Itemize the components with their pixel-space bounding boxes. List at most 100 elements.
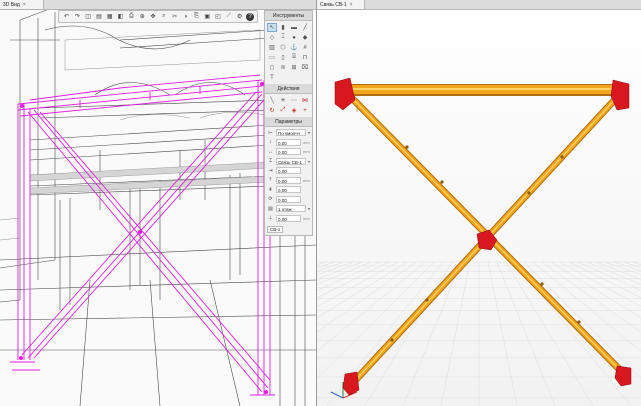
chevron-down-icon[interactable]: ▾ xyxy=(308,130,310,135)
rotate-icon[interactable]: ↻ xyxy=(267,106,277,115)
pan-icon[interactable]: ✥ xyxy=(149,12,158,21)
tab-brace-preview-label: Связь СВ-1 xyxy=(320,1,347,8)
remove-node-icon[interactable]: ◈ xyxy=(289,106,299,115)
param-value-field[interactable]: 1 этаж xyxy=(276,205,306,213)
line-icon[interactable]: ╲ xyxy=(267,96,277,105)
param-row: ⟳ 0,00 xyxy=(265,195,312,205)
plate-icon[interactable]: ◇ xyxy=(267,33,277,42)
measure-icon[interactable]: ⟋ xyxy=(224,12,233,21)
stair-icon[interactable]: ⌸ xyxy=(289,53,299,62)
profile-chip[interactable]: СВ-1 xyxy=(267,226,284,233)
param-row: ⌶ Связь СВ-1 ▾ xyxy=(265,157,312,167)
param-value-field[interactable]: Связь СВ-1 xyxy=(276,157,306,165)
print-icon[interactable]: ⎙ xyxy=(127,12,136,21)
elevation-icon: ⊥ xyxy=(268,215,273,222)
tab-brace-preview[interactable]: Связь СВ-1 × xyxy=(317,0,365,9)
add-node-icon[interactable]: ⤢ xyxy=(278,106,288,115)
trim-icon[interactable]: ⋈ xyxy=(300,96,310,105)
left-tab-bar: 3D Вид × xyxy=(0,0,316,10)
param-row: ⇥ 0,00 xyxy=(265,166,312,176)
opening-icon[interactable]: ◻ xyxy=(267,63,277,72)
cut-icon[interactable]: ✂ xyxy=(170,12,179,21)
param-row: ⇡ 0,00 mm xyxy=(265,176,312,186)
bolt-icon[interactable]: ● xyxy=(289,33,299,42)
param-row: ⊢ По умолчч ▾ xyxy=(265,128,312,138)
preview-3d-canvas[interactable] xyxy=(317,0,641,406)
params-list: ⊢ По умолчч ▾ ↕ 0,00 mm ↔ 0,00 mm ⌶ Связь СВ-1 ▾ ⇥ 0,… xyxy=(265,127,312,224)
weld-icon[interactable]: ◆ xyxy=(300,33,310,42)
anchor-icon[interactable]: ⚓ xyxy=(289,43,299,52)
param-value-field[interactable]: 0,00 xyxy=(276,214,301,222)
profile-type-icon: ⌶ xyxy=(268,158,272,165)
layers-icon[interactable]: ▤ xyxy=(94,12,103,21)
profile-icon[interactable]: ⌶ xyxy=(278,33,288,42)
offset-x-icon: ⇥ xyxy=(268,167,273,174)
wall-icon[interactable]: ▯ xyxy=(278,53,288,62)
param-row: ↕ 0,00 mm xyxy=(265,138,312,148)
redo-icon[interactable]: ↷ xyxy=(73,12,82,21)
help-icon[interactable]: ? xyxy=(246,12,254,21)
param-value-field[interactable]: 0,00 xyxy=(276,167,301,175)
params-header: Параметры xyxy=(265,117,312,127)
copy-icon[interactable]: ⎘ xyxy=(192,12,201,21)
connection-icon[interactable]: ⬡ xyxy=(278,43,288,52)
alignment-icon: ⊢ xyxy=(268,129,273,136)
section-icon[interactable]: ◧ xyxy=(116,12,125,21)
plus-icon[interactable]: + xyxy=(300,106,310,115)
param-row: ⊥ 0,00 mm xyxy=(265,214,312,224)
view-cube-icon[interactable]: ◫ xyxy=(84,12,93,21)
param-value-field[interactable]: 0,00 xyxy=(276,138,301,146)
settings-icon[interactable]: ⚙ xyxy=(235,12,244,21)
tool-panel: Инструменты ↖ ▮ ▬ ╱ ◇ ⌶ ● ◆ ▥ ⬡ ⚓ # ▭ ▯ … xyxy=(264,10,313,236)
calendar-icon[interactable]: ▦ xyxy=(105,12,114,21)
left-3d-view-pane[interactable]: 3D Вид × ↶ ↷ ◫ ▤ ▦ ◧ ⎙ ⊕ ✥ ⌕ ✂ ◑ ⎘ ▣ ◰ ⟋… xyxy=(0,0,317,406)
param-value-field[interactable]: По умолчч xyxy=(276,129,306,137)
zoom-icon[interactable]: ⌕ xyxy=(159,12,168,21)
param-unit: mm xyxy=(303,149,310,155)
param-row: ⇞ 0,00 xyxy=(265,185,312,195)
clip-icon[interactable]: ⌧ xyxy=(300,63,310,72)
param-unit: mm xyxy=(303,139,310,145)
width-icon: ↔ xyxy=(268,148,273,155)
offset-y-icon: ⇡ xyxy=(268,177,273,184)
paste-icon[interactable]: ▣ xyxy=(203,12,212,21)
column-icon[interactable]: ▮ xyxy=(278,23,288,32)
offset-z-icon: ⇞ xyxy=(268,186,273,193)
chevron-down-icon[interactable]: ▾ xyxy=(308,206,310,211)
right-tab-bar: Связь СВ-1 × xyxy=(317,0,641,10)
point-icon[interactable]: ✳ xyxy=(278,96,288,105)
stiffener-icon[interactable]: ▥ xyxy=(267,43,277,52)
display-style-icon[interactable]: ◑ xyxy=(181,12,190,21)
chevron-down-icon[interactable]: ▾ xyxy=(308,159,310,164)
railing-icon[interactable]: ⊓ xyxy=(300,53,310,62)
brace-icon[interactable]: ╱ xyxy=(300,23,310,32)
rotation-icon: ⟳ xyxy=(268,196,273,203)
param-row: ↔ 0,00 mm xyxy=(265,147,312,157)
actions-header: Действия xyxy=(265,84,312,94)
orbit-icon[interactable]: ⊕ xyxy=(138,12,147,21)
actions-grid: ╲ ✳ ⋯ ⋈ ↻ ⤢ ◈ + xyxy=(265,94,312,117)
param-value-field[interactable]: 0,00 xyxy=(276,148,301,156)
param-value-field[interactable]: 0,00 xyxy=(276,186,301,194)
close-icon[interactable]: × xyxy=(350,2,353,8)
floor-icon: ▤ xyxy=(268,205,273,212)
beam-icon[interactable]: ▬ xyxy=(289,23,299,32)
param-value-field[interactable]: 0,00 xyxy=(276,176,301,184)
param-unit: mm xyxy=(303,177,310,183)
param-row: ▤ 1 этаж ▾ xyxy=(265,204,312,214)
grid-icon[interactable]: # xyxy=(300,43,310,52)
mesh-icon[interactable]: ⊞ xyxy=(289,63,299,72)
close-icon[interactable]: × xyxy=(23,2,26,8)
right-preview-pane[interactable]: Связь СВ-1 × xyxy=(317,0,641,406)
select-icon[interactable]: ↖ xyxy=(267,23,277,32)
slab-icon[interactable]: ▭ xyxy=(267,53,277,62)
tab-3d-view-label: 3D Вид xyxy=(3,1,20,8)
text-icon[interactable]: T xyxy=(267,73,277,82)
param-value-field[interactable]: 0,00 xyxy=(276,195,301,203)
undo-icon[interactable]: ↶ xyxy=(62,12,71,21)
rebar-icon[interactable]: ≋ xyxy=(278,63,288,72)
tab-3d-view[interactable]: 3D Вид × xyxy=(0,0,44,9)
object-icon[interactable]: ◰ xyxy=(214,12,223,21)
param-unit: mm xyxy=(303,215,310,221)
offset-icon[interactable]: ⋯ xyxy=(289,96,299,105)
